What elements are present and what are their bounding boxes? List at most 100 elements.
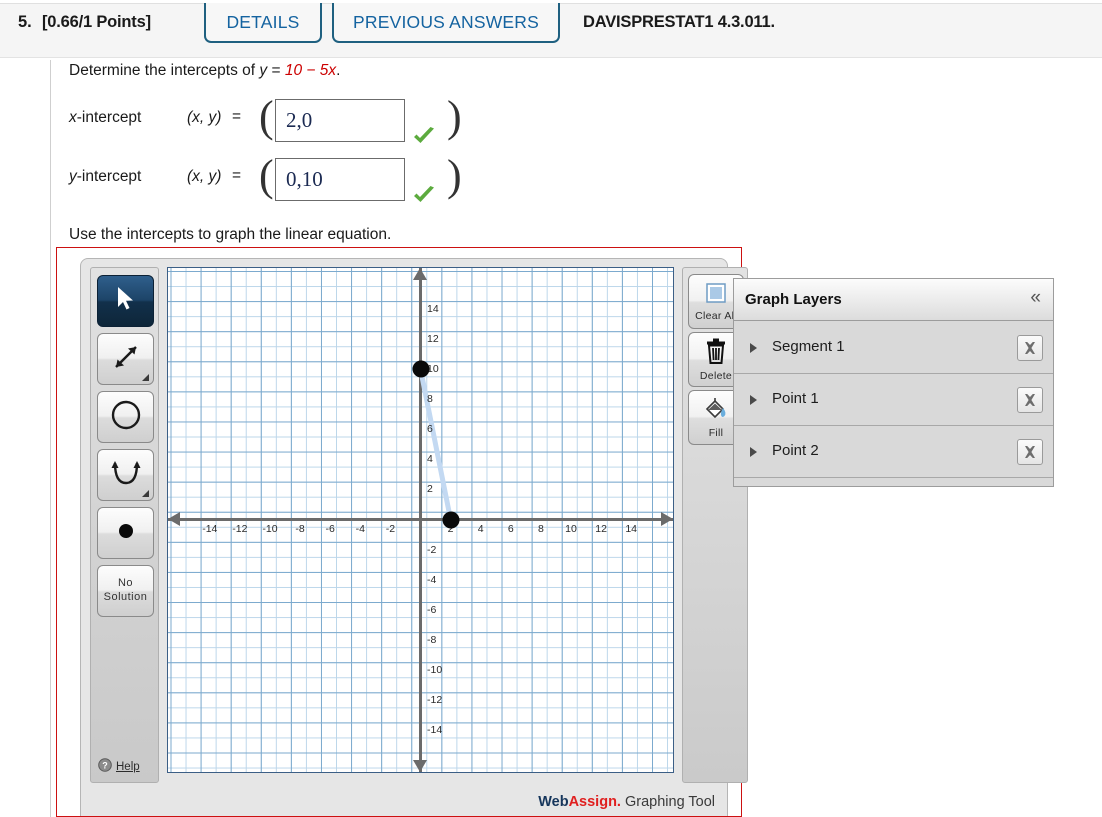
graph-layers-header: Graph Layers « — [734, 279, 1053, 321]
tool-select-button[interactable] — [97, 275, 154, 327]
layer-row-segment-1[interactable]: Segment 1 — [734, 322, 1053, 374]
collapse-panel-icon[interactable]: « — [1030, 288, 1041, 307]
y-tick-label: -2 — [427, 543, 437, 556]
trash-icon — [704, 338, 728, 369]
graphing-tool-frame: No Solution ? Help -14 -12 -10 -8 -6 -4 … — [56, 247, 748, 817]
fill-label: Fill — [708, 426, 724, 439]
graph-layers-panel: Graph Layers « Segment 1 Point 1 Point 2 — [733, 278, 1054, 487]
graph-canvas[interactable]: -14 -12 -10 -8 -6 -4 -2 2 4 6 8 10 12 14 14 12 10 8 6 4 2 -2… — [167, 267, 674, 773]
x-tick-label: 12 — [595, 523, 607, 535]
problem-header-bar: 5. [0.66/1 Points] DETAILS PREVIOUS ANSW… — [0, 3, 1102, 58]
y-tick-label: -14 — [427, 724, 443, 737]
x-tick-label: -4 — [355, 523, 365, 535]
y-tick-label: -4 — [427, 573, 437, 586]
graphing-tool-panel: No Solution ? Help -14 -12 -10 -8 -6 -4 … — [80, 258, 748, 816]
x-tick-label: -12 — [232, 523, 248, 535]
delete-layer-button[interactable] — [1017, 439, 1043, 465]
y-tick-label: 8 — [427, 393, 433, 406]
x-tick-label: 4 — [477, 523, 484, 535]
tab-details[interactable]: DETAILS — [204, 3, 322, 43]
y-tick-label: 2 — [427, 483, 433, 496]
tool-no-solution-button[interactable]: No Solution — [97, 565, 154, 617]
x-tick-label: -6 — [325, 523, 335, 535]
y-tick-label: -10 — [427, 664, 443, 676]
x-tick-label: 6 — [507, 523, 514, 535]
y-tick-label: 4 — [427, 453, 433, 466]
brand-web: Web — [538, 794, 569, 810]
y-intercept-input[interactable] — [275, 158, 405, 201]
layer-label: Point 1 — [772, 390, 819, 407]
plot-point[interactable] — [412, 360, 429, 378]
x-intercept-paren-left: ( — [259, 92, 274, 141]
expand-caret-icon[interactable] — [750, 343, 757, 353]
brand-assign: Assign. — [568, 794, 621, 810]
x-tick-label: 8 — [537, 523, 544, 535]
prompt-equation-eq: = — [267, 62, 285, 79]
prompt-equation-var: y — [259, 62, 268, 79]
x-intercept-paren-right: ) — [447, 92, 462, 141]
y-tick-label: -12 — [427, 694, 443, 707]
parabola-icon — [110, 458, 142, 493]
x-intercept-coords: (x, y) — [187, 109, 222, 126]
delete-label: Delete — [699, 369, 733, 382]
tab-previous-answers[interactable]: PREVIOUS ANSWERS — [332, 3, 560, 43]
assignment-code: DAVISPRESTAT1 4.3.011. — [583, 13, 775, 31]
points-label: [0.66/1 Points] — [42, 13, 151, 31]
prompt-text: Determine the intercepts of — [69, 62, 260, 79]
y-intercept-paren-right: ) — [447, 151, 462, 200]
tool-palette: No Solution ? Help — [90, 267, 159, 783]
prompt-equation-rhs: 10 − 5x — [284, 62, 337, 79]
content-divider — [50, 60, 51, 817]
x-tick-label: 14 — [625, 523, 638, 535]
x-tick-label: -10 — [262, 523, 278, 535]
expand-caret-icon[interactable] — [750, 395, 757, 405]
prompt-equation-period: . — [336, 62, 341, 79]
clear-all-label: Clear All — [695, 309, 737, 322]
question-prompt: Determine the intercepts of y = 10 − 5x. — [69, 62, 340, 80]
layer-label: Point 2 — [772, 442, 819, 459]
line-submenu-indicator-icon[interactable] — [142, 374, 149, 381]
paint-bucket-icon — [703, 397, 729, 426]
x-tick-label: -8 — [295, 523, 305, 535]
graph-instruction: Use the intercepts to graph the linear e… — [69, 226, 392, 243]
dot-point-icon — [115, 520, 137, 547]
delete-layer-button[interactable] — [1017, 387, 1043, 413]
delete-layer-button[interactable] — [1017, 335, 1043, 361]
y-intercept-correct-icon — [412, 185, 436, 205]
tool-no-solution-label: No Solution — [103, 577, 148, 603]
y-intercept-label: y-intercept — [69, 168, 142, 185]
layer-row-point-1[interactable]: Point 1 — [734, 374, 1053, 426]
y-intercept-coords: (x, y) — [187, 168, 222, 185]
parabola-submenu-indicator-icon[interactable] — [142, 490, 149, 497]
x-intercept-input[interactable] — [275, 99, 405, 142]
layer-label: Segment 1 — [772, 338, 845, 355]
help-icon: ? — [98, 758, 112, 775]
x-tick-label: -14 — [202, 523, 218, 535]
svg-text:?: ? — [102, 761, 108, 771]
help-label: Help — [116, 760, 140, 773]
x-intercept-correct-icon — [412, 126, 436, 146]
tool-point-button[interactable] — [97, 507, 154, 559]
y-tick-label: -8 — [427, 633, 437, 646]
plotted-segment — [418, 366, 454, 522]
line-segment-icon — [111, 342, 141, 377]
x-tick-label: -2 — [385, 523, 396, 535]
y-intercept-paren-left: ( — [259, 151, 274, 200]
tool-line-segment-button[interactable] — [97, 333, 154, 385]
layer-row-point-2[interactable]: Point 2 — [734, 426, 1053, 478]
problem-number: 5. — [18, 13, 32, 31]
tab-details-label: DETAILS — [226, 11, 300, 32]
y-tick-label: 14 — [427, 302, 439, 315]
tool-circle-button[interactable] — [97, 391, 154, 443]
help-link[interactable]: ? Help — [98, 758, 140, 775]
x-tick-label: 10 — [565, 523, 577, 535]
tool-parabola-button[interactable] — [97, 449, 154, 501]
tab-previous-answers-label: PREVIOUS ANSWERS — [352, 11, 540, 32]
clear-square-icon — [705, 282, 727, 309]
expand-caret-icon[interactable] — [750, 447, 757, 457]
cursor-arrow-icon — [116, 286, 135, 316]
x-intercept-equals: = — [232, 108, 242, 125]
webassign-branding: WebAssign. Graphing Tool — [81, 794, 729, 810]
brand-tool: Graphing Tool — [620, 794, 715, 810]
plot-point[interactable] — [442, 511, 460, 528]
